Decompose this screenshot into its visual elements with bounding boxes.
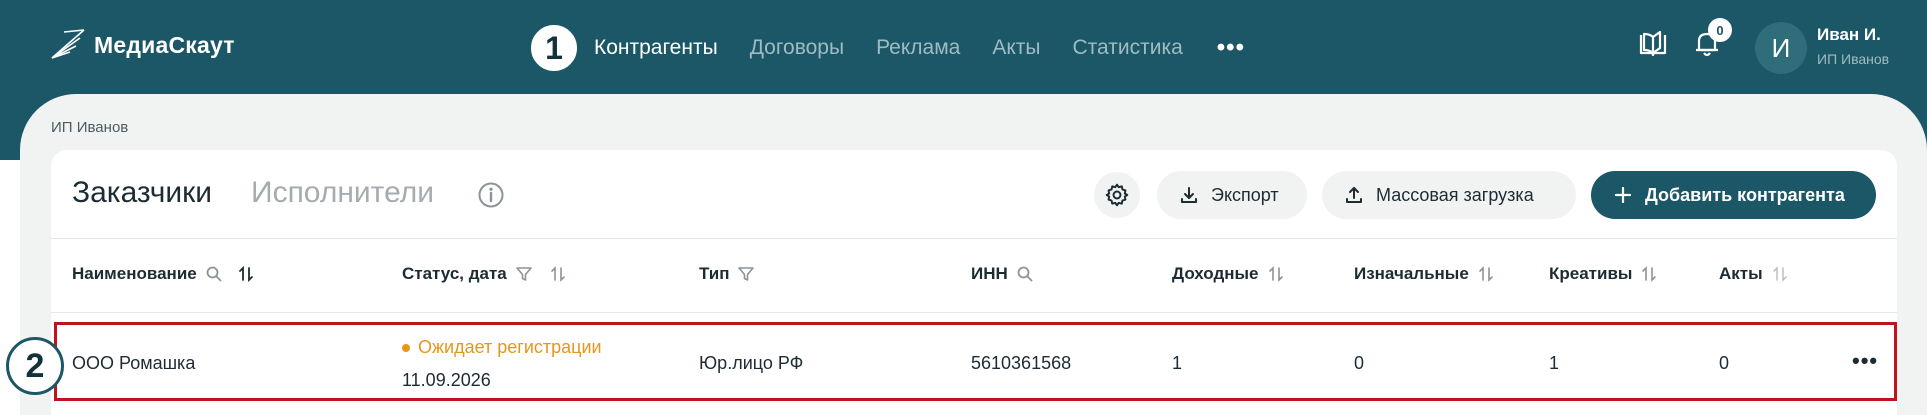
table-cell-creatives: 1 xyxy=(1549,353,1560,373)
info-icon[interactable] xyxy=(477,181,505,209)
add-counterparty-label: Добавить контрагента xyxy=(1645,184,1845,205)
app-name: МедиаСкаут xyxy=(94,31,235,58)
table-cell-acts: 0 xyxy=(1719,353,1730,373)
row-more-menu[interactable]: ••• xyxy=(1852,350,1878,372)
column-header-status[interactable]: Статус, дата xyxy=(402,264,567,284)
nav-item-statistics[interactable]: Статистика xyxy=(1072,36,1182,60)
table-cell-type: Юр.лицо РФ xyxy=(699,353,804,373)
column-header-acts[interactable]: Акты xyxy=(1719,264,1789,284)
sort-icon[interactable] xyxy=(1477,265,1495,283)
export-label: Экспорт xyxy=(1211,184,1279,205)
column-header-income[interactable]: Доходные xyxy=(1172,264,1285,284)
download-icon xyxy=(1181,187,1197,203)
column-header-name[interactable]: Наименование xyxy=(72,264,255,284)
search-icon[interactable] xyxy=(205,265,223,283)
user-avatar[interactable]: И xyxy=(1755,22,1807,74)
column-header-creatives[interactable]: Креативы xyxy=(1549,264,1658,284)
column-header-inn[interactable]: ИНН xyxy=(971,264,1034,284)
column-header-type[interactable]: Тип xyxy=(699,264,755,284)
book-icon[interactable] xyxy=(1638,28,1668,63)
settings-button[interactable] xyxy=(1094,172,1140,218)
sort-icon[interactable] xyxy=(549,265,567,283)
header-divider xyxy=(51,238,1897,239)
nav-item-acts[interactable]: Акты xyxy=(992,36,1040,60)
sort-icon[interactable] xyxy=(1640,265,1658,283)
table-cell-income: 1 xyxy=(1172,353,1183,373)
tab-customers[interactable]: Заказчики xyxy=(72,176,212,210)
row-divider xyxy=(51,312,1897,313)
nav-item-counterparties[interactable]: Контрагенты xyxy=(594,36,718,60)
table-cell-inn: 5610361568 xyxy=(971,353,1072,373)
sort-icon[interactable] xyxy=(1771,265,1789,283)
tab-contractors[interactable]: Исполнители xyxy=(251,176,434,210)
nav-item-contracts[interactable]: Договоры xyxy=(750,36,844,60)
notifications-button[interactable]: 0 xyxy=(1692,18,1732,63)
add-counterparty-button[interactable]: Добавить контрагента xyxy=(1591,171,1876,219)
search-icon[interactable] xyxy=(1016,265,1034,283)
logo-icon xyxy=(51,29,85,59)
status-badge: Ожидает регистрации xyxy=(402,337,602,358)
bulk-upload-label: Массовая загрузка xyxy=(1376,184,1534,205)
upload-icon xyxy=(1346,187,1362,203)
sort-icon[interactable] xyxy=(237,265,255,283)
sort-icon[interactable] xyxy=(1267,265,1285,283)
column-header-initial[interactable]: Изначальные xyxy=(1354,264,1495,284)
logo[interactable]: МедиаСкаут xyxy=(50,28,235,62)
main-nav: 1 Контрагенты Договоры Реклама Акты Стат… xyxy=(528,22,1245,74)
status-dot-icon xyxy=(402,343,410,352)
nav-item-advertising[interactable]: Реклама xyxy=(876,36,960,60)
table-cell-date: 11.09.2026 xyxy=(402,370,491,390)
top-icons: 0 xyxy=(1638,18,1732,63)
user-organization: ИП Иванов xyxy=(1817,51,1890,67)
filter-icon[interactable] xyxy=(737,265,755,283)
plus-icon xyxy=(1614,186,1632,204)
step-marker-2: 2 xyxy=(6,337,64,395)
step-marker-1: 1 xyxy=(528,22,580,74)
table-cell-name[interactable]: ООО Ромашка xyxy=(72,353,195,374)
notification-count-badge: 0 xyxy=(1708,18,1732,42)
gear-icon xyxy=(1105,183,1129,207)
user-name[interactable]: Иван И. xyxy=(1817,25,1881,45)
breadcrumb[interactable]: ИП Иванов xyxy=(51,119,128,136)
export-button[interactable]: Экспорт xyxy=(1157,171,1307,219)
status-text: Ожидает регистрации xyxy=(418,337,602,357)
table-cell-initial: 0 xyxy=(1354,353,1365,373)
nav-more-menu[interactable]: ••• xyxy=(1217,36,1245,60)
filter-icon[interactable] xyxy=(515,265,533,283)
bell-icon xyxy=(1692,32,1722,62)
bulk-upload-button[interactable]: Массовая загрузка xyxy=(1322,171,1576,219)
